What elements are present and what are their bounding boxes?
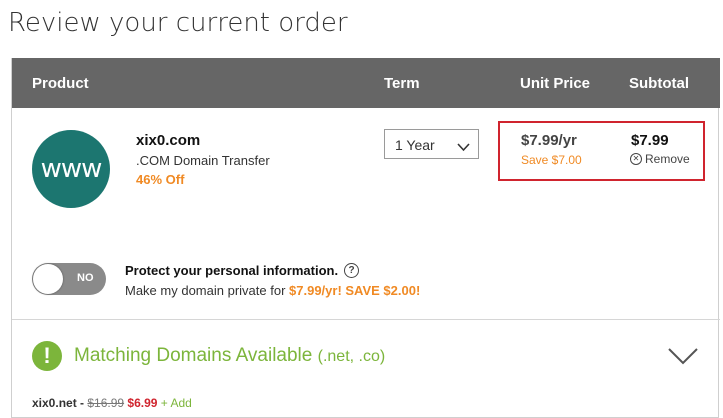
header-product: Product	[32, 75, 89, 92]
domain-description: .COM Domain Transfer	[136, 153, 270, 168]
order-table: Product Term Unit Price Subtotal www xix…	[11, 58, 720, 418]
header-subtotal: Subtotal	[629, 75, 689, 92]
expand-chevron-icon[interactable]	[668, 348, 698, 370]
subtotal-value: $7.99	[631, 132, 669, 149]
privacy-offer: $7.99/yr! SAVE $2.00!	[289, 283, 421, 298]
domain-name: xix0.com	[136, 132, 201, 149]
remove-label: Remove	[645, 152, 690, 166]
privacy-toggle[interactable]: NO	[32, 263, 106, 295]
remove-circle-x-icon: ✕	[630, 153, 642, 165]
help-icon[interactable]: ?	[344, 263, 360, 278]
toggle-label: NO	[77, 272, 94, 284]
page-title: Review your current order	[8, 8, 348, 38]
privacy-text: Make my domain private for	[125, 283, 290, 298]
term-select[interactable]: 1 Year	[384, 129, 479, 159]
privacy-title-text: Protect your personal information.	[125, 263, 339, 278]
www-logo: www	[32, 130, 110, 208]
unit-price: $7.99/yr	[521, 132, 577, 149]
table-header: Product Term Unit Price Subtotal	[12, 58, 720, 108]
exclamation-icon: !	[32, 341, 62, 371]
savings-text: Save $7.00	[521, 153, 582, 167]
matching-title-text: Matching Domains Available	[74, 345, 313, 366]
suggestion-add-link[interactable]: + Add	[161, 396, 192, 410]
privacy-description: Make my domain private for $7.99/yr! SAV…	[125, 283, 420, 298]
suggestion-row: xix0.net - $16.99 $6.99 + Add	[32, 396, 192, 410]
price-highlight-box	[498, 121, 705, 181]
suggestion-new-price: $6.99	[127, 396, 158, 410]
header-unit-price: Unit Price	[520, 75, 591, 92]
header-term: Term	[384, 75, 420, 92]
suggestion-old-price: $16.99	[87, 396, 125, 410]
toggle-knob	[33, 264, 63, 294]
privacy-title: Protect your personal information. ?	[125, 263, 360, 278]
chevron-down-icon	[457, 139, 470, 155]
term-value: 1 Year	[395, 137, 435, 153]
matching-domains-title[interactable]: Matching Domains Available (.net, .co)	[74, 345, 385, 367]
suggestion-domain: xix0.net -	[32, 396, 85, 410]
matching-title-suffix: (.net, .co)	[317, 348, 386, 365]
divider	[12, 319, 720, 320]
remove-link[interactable]: ✕ Remove	[630, 152, 690, 166]
discount-label: 46% Off	[136, 172, 185, 187]
